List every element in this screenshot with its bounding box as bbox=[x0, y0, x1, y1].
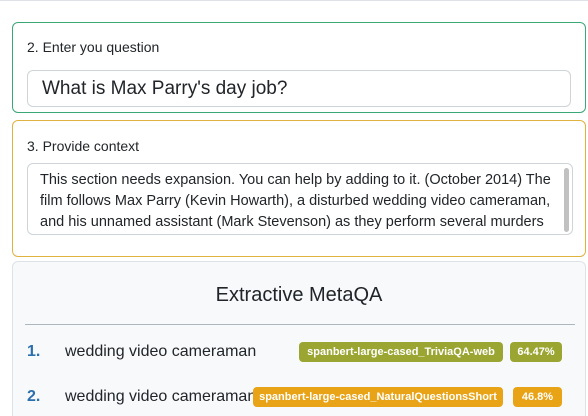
model-badge: spanbert-large-cased_TriviaQA-web bbox=[299, 342, 503, 362]
result-answer: wedding video cameraman bbox=[65, 388, 257, 405]
result-answer: wedding video cameraman bbox=[65, 343, 257, 360]
context-card: 3. Provide context This section needs ex… bbox=[12, 120, 586, 257]
context-textarea[interactable]: This section needs expansion. You can he… bbox=[27, 163, 573, 235]
result-item: 1. wedding video cameraman spanbert-larg… bbox=[13, 340, 585, 364]
results-divider bbox=[25, 324, 575, 325]
results-card: Extractive MetaQA 1. wedding video camer… bbox=[12, 261, 586, 416]
top-divider bbox=[0, 0, 588, 1]
result-rank: 2. bbox=[27, 388, 41, 405]
question-card: 2. Enter you question bbox=[12, 22, 586, 113]
model-badge: spanbert-large-cased_NaturalQuestionsSho… bbox=[253, 387, 503, 407]
result-item: 2. wedding video cameraman spanbert-larg… bbox=[13, 385, 585, 409]
context-scrollbar[interactable] bbox=[564, 168, 569, 232]
score-badge: 64.47% bbox=[510, 342, 562, 362]
score-badge: 46.8% bbox=[513, 387, 562, 407]
question-input[interactable] bbox=[27, 70, 571, 107]
results-title: Extractive MetaQA bbox=[215, 284, 383, 306]
context-label: 3. Provide context bbox=[27, 138, 140, 154]
question-label: 2. Enter you question bbox=[27, 39, 160, 55]
result-rank: 1. bbox=[27, 343, 41, 360]
context-text[interactable]: This section needs expansion. You can he… bbox=[40, 170, 558, 234]
